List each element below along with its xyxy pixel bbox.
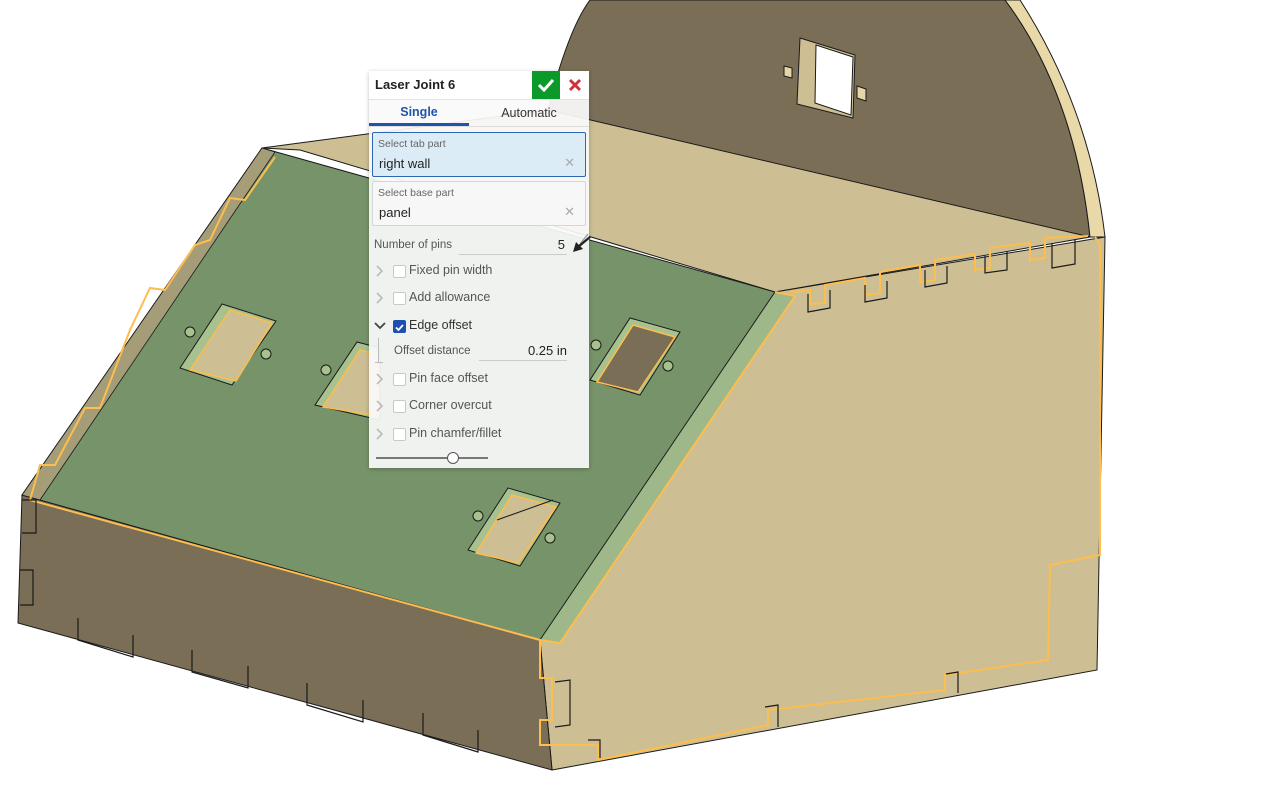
base-part-label: Select base part	[378, 187, 454, 199]
checkmark-icon	[537, 78, 555, 92]
checkbox[interactable]	[393, 428, 406, 441]
back-window-hole	[814, 44, 854, 116]
laser-joint-dialog: Laser Joint 6 Single Automatic Select ta…	[369, 71, 591, 468]
number-of-pins-row: Number of pins 5	[374, 233, 591, 258]
clear-x-icon[interactable]: ✕	[564, 155, 575, 171]
cancel-button[interactable]	[561, 71, 589, 99]
checkbox[interactable]	[393, 292, 406, 305]
offset-distance-label: Offset distance	[394, 345, 471, 357]
option-edge-offset[interactable]: Edge offset	[374, 316, 584, 336]
number-of-pins-label: Number of pins	[374, 239, 452, 251]
clear-x-icon[interactable]: ✕	[564, 204, 575, 220]
3d-viewport[interactable]	[0, 0, 1265, 796]
chevron-right-icon[interactable]	[374, 369, 386, 389]
chevron-right-icon[interactable]	[374, 288, 386, 308]
checkmark-icon	[395, 324, 404, 332]
base-part-value: panel	[379, 205, 411, 220]
option-label: Fixed pin width	[409, 263, 493, 277]
dialog-header: Laser Joint 6	[369, 71, 589, 100]
offset-distance-row: Offset distance 0.25 in	[374, 338, 584, 364]
option-pin-face-offset[interactable]: Pin face offset	[374, 369, 584, 389]
chevron-right-icon[interactable]	[374, 424, 386, 444]
back-pin-hole	[783, 65, 793, 79]
number-of-pins-input[interactable]: 5	[459, 236, 567, 255]
option-add-allowance[interactable]: Add allowance	[374, 288, 584, 308]
checkbox-checked[interactable]	[393, 320, 406, 333]
dialog-title: Laser Joint 6	[375, 77, 456, 92]
chevron-right-icon[interactable]	[374, 396, 386, 416]
ok-button[interactable]	[532, 71, 560, 99]
tab-single[interactable]: Single	[369, 100, 469, 126]
tab-automatic[interactable]: Automatic	[469, 100, 589, 126]
model-canvas[interactable]	[0, 0, 1265, 796]
option-label: Add allowance	[409, 290, 491, 304]
slider-thumb[interactable]	[447, 452, 460, 464]
checkbox[interactable]	[393, 373, 406, 386]
checkbox[interactable]	[393, 265, 406, 278]
tab-part-selection[interactable]: Select tab part right wall ✕	[372, 132, 586, 177]
tree-line	[375, 362, 383, 363]
number-of-pins-value: 5	[557, 237, 565, 252]
flip-direction-arrow-icon[interactable]	[570, 232, 592, 254]
chevron-right-icon[interactable]	[374, 261, 386, 281]
option-label: Pin chamfer/fillet	[409, 426, 502, 440]
slider-track	[376, 457, 488, 459]
base-part-selection[interactable]: Select base part panel ✕	[372, 181, 586, 226]
close-x-icon	[568, 78, 582, 92]
checkbox[interactable]	[393, 400, 406, 413]
option-corner-overcut[interactable]: Corner overcut	[374, 396, 584, 416]
offset-distance-input[interactable]: 0.25 in	[479, 342, 567, 361]
option-label: Corner overcut	[409, 398, 492, 412]
tab-part-label: Select tab part	[378, 138, 446, 150]
option-pin-chamfer-fillet[interactable]: Pin chamfer/fillet	[374, 424, 584, 444]
option-label: Edge offset	[409, 318, 473, 332]
back-pin-hole	[856, 85, 867, 102]
dialog-transparency-slider[interactable]	[376, 452, 488, 464]
option-label: Pin face offset	[409, 371, 488, 385]
option-fixed-pin-width[interactable]: Fixed pin width	[374, 261, 584, 281]
chevron-down-icon[interactable]	[374, 316, 386, 336]
tree-line	[378, 338, 379, 362]
mode-tabs: Single Automatic	[369, 100, 589, 127]
tab-part-value: right wall	[379, 156, 431, 171]
